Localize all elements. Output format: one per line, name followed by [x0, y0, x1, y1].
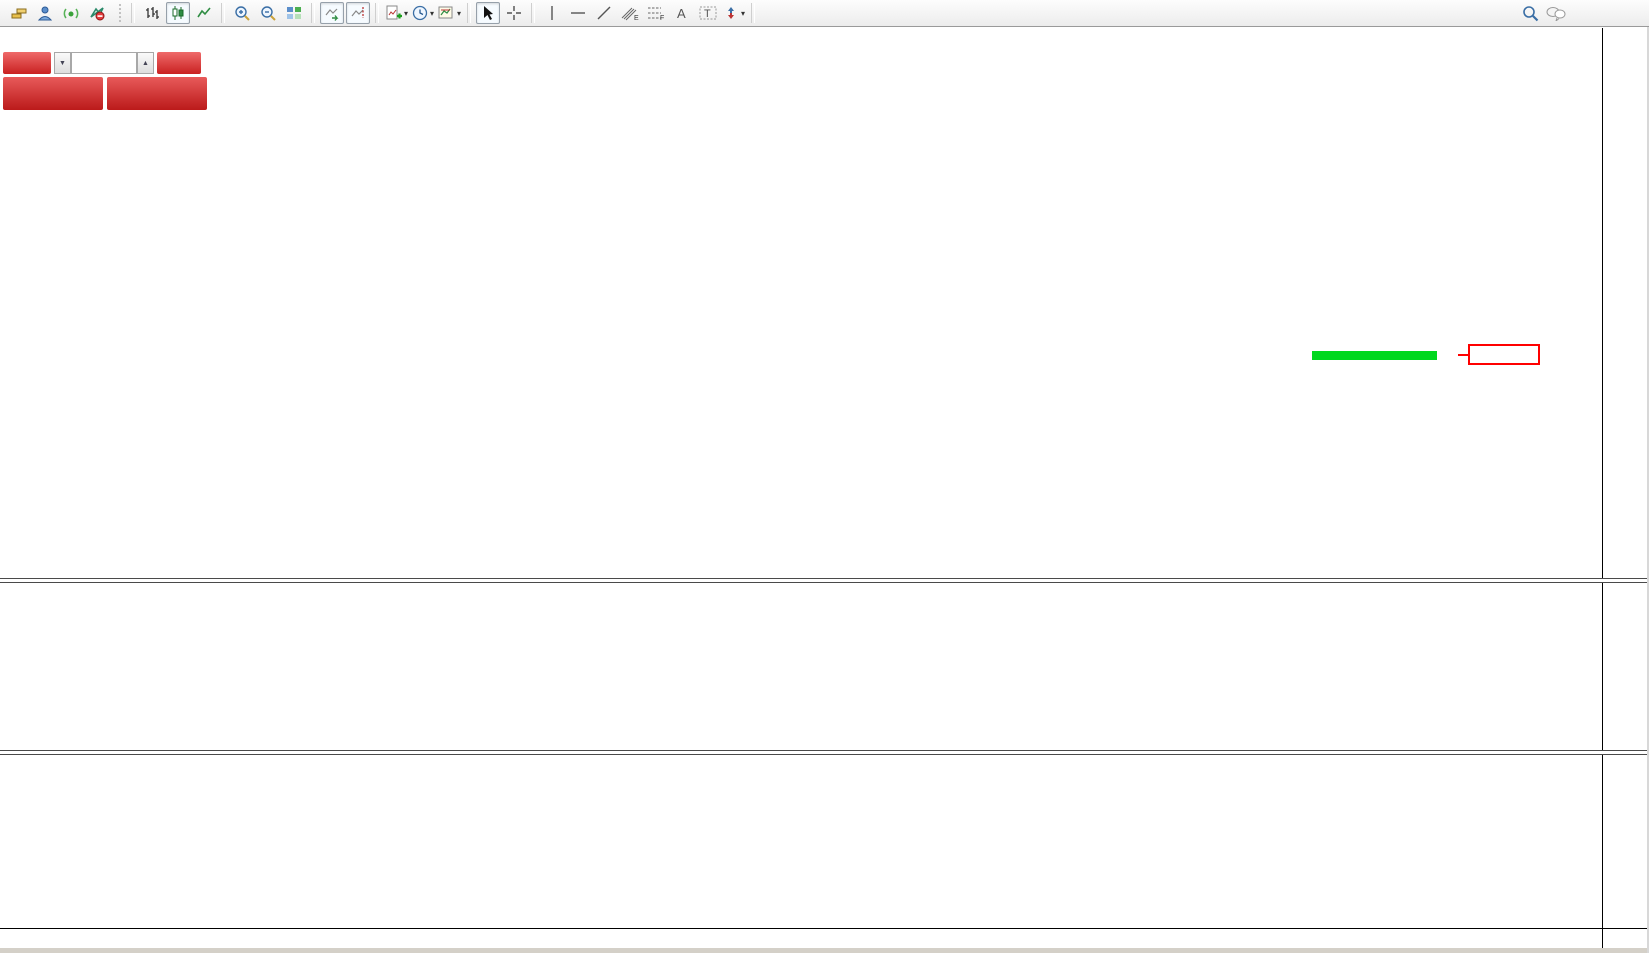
clock-icon	[412, 5, 428, 21]
pane-splitter-rsi[interactable]	[0, 750, 1649, 755]
chevron-down-icon: ▾	[404, 9, 408, 18]
window-bottom-border	[0, 948, 1649, 953]
signal-icon	[62, 5, 80, 21]
autotrading-icon	[88, 5, 106, 21]
text-label-icon: T	[699, 5, 717, 21]
price-level-box[interactable]	[1468, 344, 1540, 365]
chevron-down-icon: ▾	[741, 9, 745, 18]
line-chart-button[interactable]	[192, 2, 216, 24]
toolbar: ▾ ▾ ▾ E F A	[0, 0, 1649, 27]
tile-windows-icon	[286, 5, 302, 21]
svg-text:T: T	[704, 8, 711, 20]
auto-scroll-icon	[324, 5, 340, 21]
one-click-trading-panel: ▼ ▲	[3, 52, 209, 110]
fibonacci-icon: F	[647, 5, 665, 21]
sell-button[interactable]	[3, 52, 51, 74]
cursor-arrow-icon	[481, 5, 495, 21]
highlight-bar[interactable]	[1312, 351, 1437, 360]
rsi-pane-canvas[interactable]	[0, 755, 1602, 928]
indicators-button[interactable]: ▾	[384, 2, 409, 24]
trendline-icon	[596, 5, 612, 21]
crosshair-button[interactable]	[502, 2, 526, 24]
price-chart-canvas[interactable]	[0, 30, 1602, 578]
chart-shift-button[interactable]	[346, 2, 370, 24]
search-icon	[1522, 5, 1539, 22]
periods-button[interactable]: ▾	[411, 2, 435, 24]
templates-button[interactable]: ▾	[437, 2, 462, 24]
search-button[interactable]	[1518, 2, 1542, 24]
line-chart-icon	[196, 5, 212, 21]
macd-pane-canvas[interactable]	[0, 583, 1602, 749]
price-box-connector	[1458, 354, 1468, 356]
signals-button[interactable]	[59, 2, 83, 24]
text-button[interactable]: A	[670, 2, 694, 24]
candlestick-icon	[170, 5, 186, 21]
zoom-out-icon	[260, 5, 277, 21]
fibonacci-button[interactable]: F	[644, 2, 668, 24]
bar-chart-button[interactable]	[140, 2, 164, 24]
channel-button[interactable]: E	[618, 2, 642, 24]
tile-windows-button[interactable]	[282, 2, 306, 24]
zoom-in-icon	[234, 5, 251, 21]
buy-price-button[interactable]	[107, 77, 207, 110]
auto-scroll-button[interactable]	[320, 2, 344, 24]
buy-button[interactable]	[157, 52, 201, 74]
arrow-objects-icon	[723, 5, 739, 21]
chevron-down-icon: ▼	[59, 60, 66, 67]
crosshair-icon	[506, 5, 522, 21]
svg-text:E: E	[634, 15, 639, 21]
mt4-window: ▾ ▾ ▾ E F A	[0, 0, 1649, 953]
text-label-button[interactable]: T	[696, 2, 720, 24]
zoom-out-button[interactable]	[256, 2, 280, 24]
ohlc-bars-icon	[144, 5, 160, 21]
autotrading-button[interactable]	[85, 2, 109, 24]
chat-bubbles-icon	[1546, 5, 1566, 21]
price-axis-line	[1602, 28, 1603, 948]
history-center-button[interactable]	[7, 2, 31, 24]
arrows-button[interactable]: ▾	[722, 2, 746, 24]
sell-price-button[interactable]	[3, 77, 103, 110]
vertical-line-button[interactable]	[540, 2, 564, 24]
chart-shift-icon	[350, 5, 366, 21]
volume-input[interactable]	[71, 52, 137, 74]
chevron-down-icon: ▾	[430, 9, 434, 18]
indicators-add-icon	[385, 5, 402, 21]
equidistant-channel-icon: E	[621, 5, 639, 21]
zoom-in-button[interactable]	[230, 2, 254, 24]
gold-bars-icon	[10, 5, 28, 21]
volume-up-button[interactable]: ▲	[137, 52, 154, 74]
trendline-button[interactable]	[592, 2, 616, 24]
horizontal-line-icon	[570, 5, 586, 21]
pane-splitter-macd[interactable]	[0, 578, 1649, 583]
chevron-up-icon: ▲	[142, 60, 149, 67]
svg-text:F: F	[660, 15, 664, 21]
svg-text:A: A	[677, 6, 686, 21]
vertical-line-icon	[546, 5, 558, 21]
chevron-down-icon: ▾	[457, 9, 461, 18]
person-icon	[36, 5, 54, 21]
text-a-icon: A	[675, 5, 689, 21]
chat-button[interactable]	[1544, 2, 1568, 24]
cursor-button[interactable]	[476, 2, 500, 24]
template-icon	[438, 5, 455, 21]
candlestick-chart-button[interactable]	[166, 2, 190, 24]
time-axis-line	[0, 928, 1649, 929]
volume-down-button[interactable]: ▼	[54, 52, 71, 74]
market-watch-button[interactable]	[33, 2, 57, 24]
chart-header	[3, 33, 9, 45]
horizontal-line-button[interactable]	[566, 2, 590, 24]
